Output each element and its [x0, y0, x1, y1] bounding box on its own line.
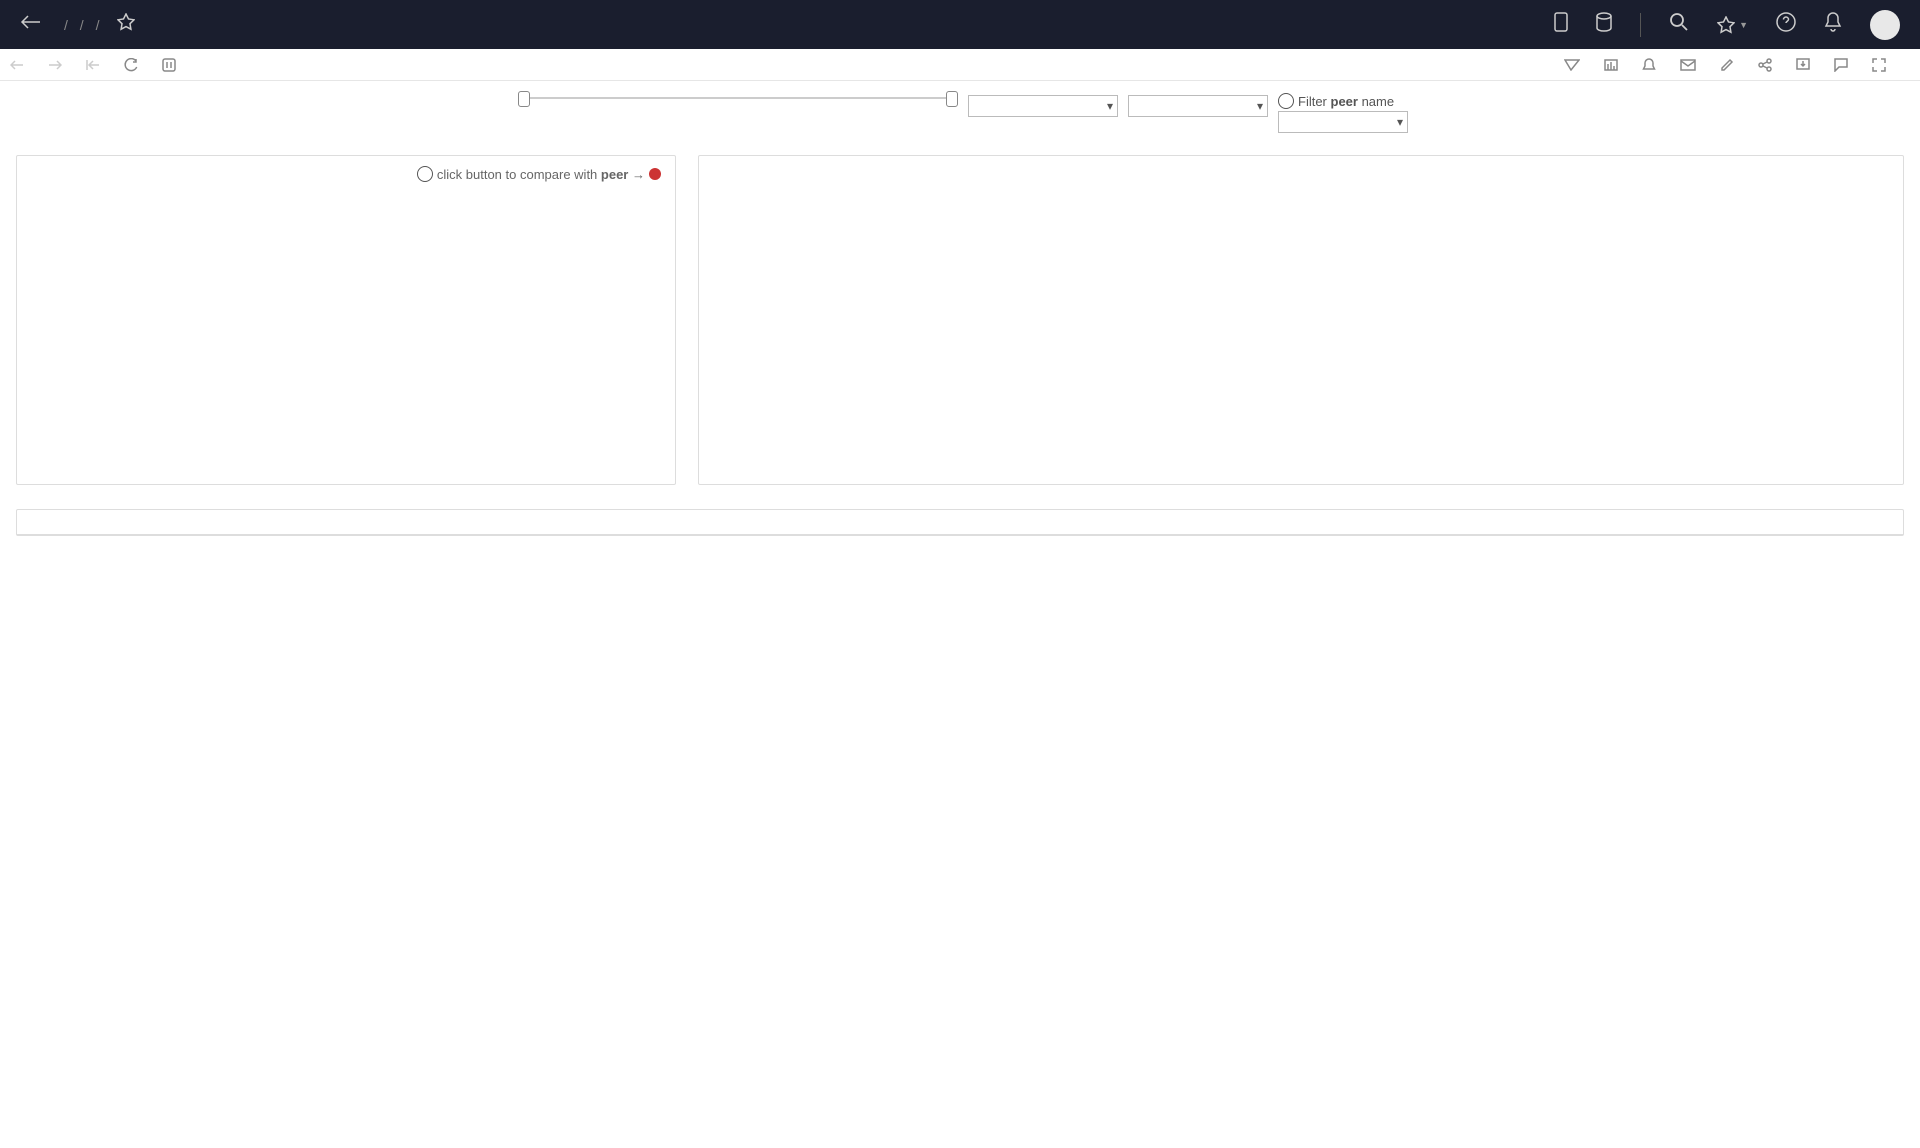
help-icon[interactable]	[1776, 12, 1796, 37]
peer-filter: Filter peer name	[1278, 93, 1408, 133]
peer-filter-label: Filter peer name	[1278, 93, 1408, 109]
notification-bell-icon[interactable]	[1824, 12, 1842, 37]
revert-button[interactable]	[86, 59, 106, 71]
header-row: Filter peer name	[0, 81, 1920, 133]
compare-peer-button[interactable]	[649, 168, 661, 180]
favorite-star-icon[interactable]	[117, 13, 135, 36]
weekly-line-chart[interactable]	[713, 184, 1889, 454]
search-icon[interactable]	[1669, 12, 1689, 37]
contract-select[interactable]	[968, 95, 1118, 117]
contract-filter	[968, 93, 1118, 117]
download-button[interactable]	[1796, 58, 1816, 72]
user-avatar[interactable]	[1870, 10, 1900, 40]
peer-select[interactable]	[1278, 111, 1408, 133]
step-badge-2	[1278, 93, 1294, 109]
database-icon[interactable]	[1596, 12, 1612, 37]
ssi-score-card: click button to compare with peer →	[16, 155, 676, 485]
step-badge-1	[417, 166, 433, 182]
pause-button[interactable]	[162, 58, 182, 72]
view-button[interactable]	[1604, 59, 1624, 71]
col-pillar	[17, 510, 253, 534]
data-details-button[interactable]	[1564, 59, 1586, 71]
separator	[1640, 13, 1641, 37]
weekly-score-card	[698, 155, 1904, 485]
redo-button[interactable]	[48, 60, 68, 70]
compare-hint: click button to compare with peer →	[417, 166, 661, 182]
name-select[interactable]	[1128, 95, 1268, 117]
star-dropdown-icon[interactable]: ▼	[1717, 16, 1748, 34]
name-filter	[1128, 93, 1268, 117]
ssi-donut-chart[interactable]	[31, 200, 661, 470]
fullscreen-button[interactable]	[1872, 58, 1892, 72]
col-score	[253, 510, 489, 534]
top-navbar: / / / ▼	[0, 0, 1920, 49]
date-range-slider[interactable]	[524, 97, 952, 99]
device-icon[interactable]	[1554, 12, 1568, 37]
pillars-table	[16, 509, 1904, 536]
subtitle	[0, 133, 1920, 155]
col-change	[489, 510, 713, 534]
col-daily	[713, 510, 1903, 534]
edit-button[interactable]	[1720, 58, 1740, 72]
recorded-at-filter	[518, 93, 958, 99]
back-icon[interactable]	[20, 14, 42, 35]
pillar-headers	[17, 510, 1903, 535]
comments-button[interactable]	[1834, 58, 1854, 72]
alerts-button[interactable]	[1642, 58, 1662, 72]
subscribe-button[interactable]	[1680, 59, 1702, 71]
undo-button[interactable]	[10, 60, 30, 70]
refresh-button[interactable]	[124, 58, 144, 72]
share-button[interactable]	[1758, 58, 1778, 72]
toolbar	[0, 49, 1920, 81]
breadcrumb: / / /	[60, 17, 103, 33]
